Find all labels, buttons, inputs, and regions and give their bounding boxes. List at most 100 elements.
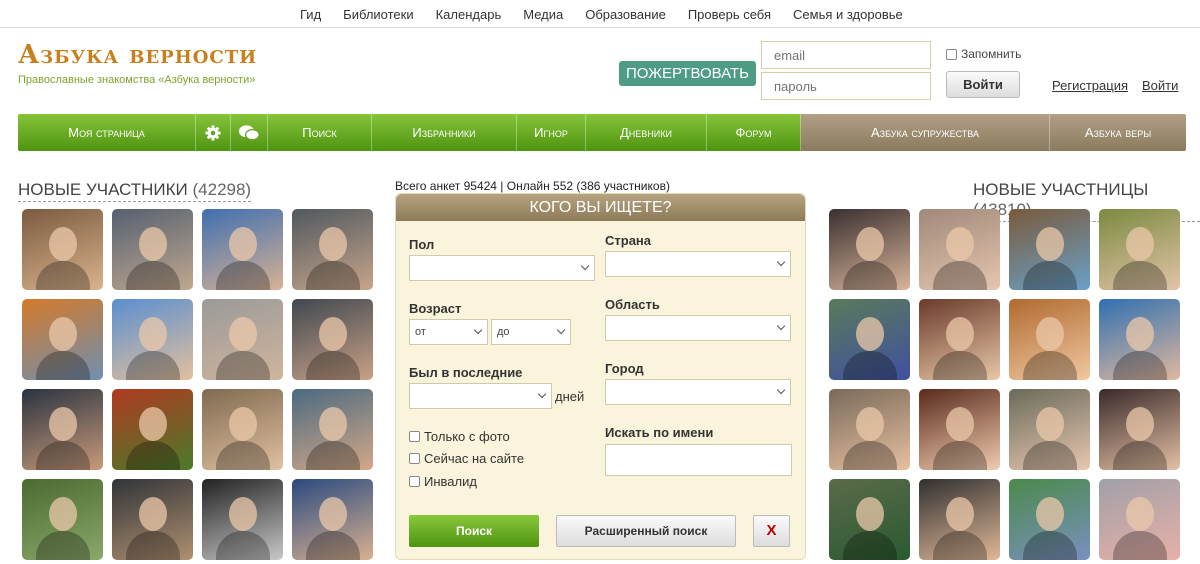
- age-from-select[interactable]: от: [409, 319, 488, 345]
- top-nav-item[interactable]: Библиотеки: [343, 7, 413, 22]
- nav-marriage[interactable]: Азбука супружества: [801, 114, 1050, 151]
- person-body: [1113, 441, 1167, 470]
- top-nav-list: Гид Библиотеки Календарь Медиа Образование Пр…: [300, 7, 925, 22]
- city-label: Город: [605, 361, 644, 376]
- only-photo-option[interactable]: Только с фото: [409, 429, 510, 444]
- remember-label: Запомнить: [961, 47, 1022, 61]
- member-photo[interactable]: [919, 389, 1000, 470]
- only-photo-checkbox[interactable]: [409, 431, 420, 442]
- remember-checkbox[interactable]: [946, 48, 957, 60]
- online-now-option[interactable]: Сейчас на сайте: [409, 451, 524, 466]
- advanced-search-button[interactable]: Расширенный поиск: [556, 515, 736, 547]
- person-silhouette: [229, 407, 257, 441]
- person-silhouette: [319, 227, 347, 261]
- new-women-title: НОВЫЕ УЧАСТНИЦЫ: [973, 180, 1149, 199]
- member-photo[interactable]: [919, 209, 1000, 290]
- nav-chat[interactable]: [231, 114, 268, 151]
- member-photo[interactable]: [112, 389, 193, 470]
- top-nav-item[interactable]: Медиа: [523, 7, 563, 22]
- top-nav-item[interactable]: Проверь себя: [688, 7, 771, 22]
- by-name-label: Искать по имени: [605, 425, 714, 440]
- member-photo[interactable]: [22, 209, 103, 290]
- chat-icon: [238, 124, 260, 140]
- member-photo[interactable]: [112, 479, 193, 560]
- email-field[interactable]: [761, 41, 931, 69]
- member-photo[interactable]: [1099, 389, 1180, 470]
- person-silhouette: [49, 227, 77, 261]
- member-photo[interactable]: [292, 209, 373, 290]
- member-photo[interactable]: [292, 299, 373, 380]
- person-silhouette: [49, 497, 77, 531]
- person-silhouette: [856, 227, 884, 261]
- member-photo[interactable]: [1009, 299, 1090, 380]
- nav-faith[interactable]: Азбука веры: [1050, 114, 1186, 151]
- nav-favorites[interactable]: Избранники: [372, 114, 517, 151]
- city-select[interactable]: [605, 379, 791, 405]
- gender-select[interactable]: [409, 255, 595, 281]
- member-photo[interactable]: [1009, 209, 1090, 290]
- search-panel: КОГО ВЫ ИЩЕТЕ? Пол Возраст от до Был в п…: [395, 193, 806, 560]
- member-photo[interactable]: [829, 209, 910, 290]
- member-photo[interactable]: [112, 299, 193, 380]
- person-body: [1113, 531, 1167, 560]
- person-body: [1113, 261, 1167, 290]
- online-now-checkbox[interactable]: [409, 453, 420, 464]
- member-photo[interactable]: [22, 389, 103, 470]
- member-photo[interactable]: [202, 209, 283, 290]
- site-stats: Всего анкет 95424 | Онлайн 552 (386 учас…: [395, 179, 670, 193]
- disabled-label: Инвалид: [424, 474, 477, 489]
- top-nav-item[interactable]: Семья и здоровье: [793, 7, 903, 22]
- region-select[interactable]: [605, 315, 791, 341]
- nav-diaries[interactable]: Дневники: [586, 114, 707, 151]
- by-name-input[interactable]: [605, 444, 792, 476]
- search-button[interactable]: Поиск: [409, 515, 539, 547]
- person-silhouette: [856, 407, 884, 441]
- member-photo[interactable]: [829, 299, 910, 380]
- nav-search[interactable]: Поиск: [268, 114, 372, 151]
- member-photo[interactable]: [1009, 479, 1090, 560]
- member-photo[interactable]: [112, 209, 193, 290]
- member-photo[interactable]: [919, 479, 1000, 560]
- member-photo[interactable]: [202, 479, 283, 560]
- nav-ignore[interactable]: Игнор: [517, 114, 586, 151]
- age-to-select[interactable]: до: [491, 319, 571, 345]
- person-silhouette: [229, 497, 257, 531]
- person-body: [1023, 261, 1077, 290]
- member-photo[interactable]: [1099, 209, 1180, 290]
- member-photo[interactable]: [292, 389, 373, 470]
- member-photo[interactable]: [202, 389, 283, 470]
- person-silhouette: [1126, 497, 1154, 531]
- nav-my-page[interactable]: Моя страница: [18, 114, 196, 151]
- top-nav-item[interactable]: Образование: [585, 7, 666, 22]
- member-photo[interactable]: [1009, 389, 1090, 470]
- member-photo[interactable]: [829, 389, 910, 470]
- disabled-option[interactable]: Инвалид: [409, 474, 477, 489]
- member-photo[interactable]: [292, 479, 373, 560]
- nav-settings[interactable]: [196, 114, 231, 151]
- donate-button[interactable]: ПОЖЕРТВОВАТЬ: [619, 61, 756, 86]
- last-seen-select[interactable]: [409, 383, 552, 409]
- member-photo[interactable]: [1099, 299, 1180, 380]
- password-field[interactable]: [761, 72, 931, 100]
- person-silhouette: [139, 227, 167, 261]
- online-now-label: Сейчас на сайте: [424, 451, 525, 466]
- person-silhouette: [139, 497, 167, 531]
- member-photo[interactable]: [1099, 479, 1180, 560]
- member-photo[interactable]: [919, 299, 1000, 380]
- nav-forum[interactable]: Форум: [707, 114, 801, 151]
- member-photo[interactable]: [22, 299, 103, 380]
- site-logo[interactable]: Азбука верности: [18, 40, 257, 70]
- login-link[interactable]: Войти: [1142, 78, 1178, 93]
- country-select[interactable]: [605, 251, 791, 277]
- member-photo[interactable]: [829, 479, 910, 560]
- reset-button[interactable]: X: [753, 515, 790, 547]
- disabled-checkbox[interactable]: [409, 476, 420, 487]
- remember-me[interactable]: Запомнить: [946, 47, 1021, 61]
- login-button[interactable]: Войти: [946, 71, 1020, 98]
- member-photo[interactable]: [202, 299, 283, 380]
- top-nav-item[interactable]: Гид: [300, 7, 321, 22]
- top-nav-item[interactable]: Календарь: [436, 7, 502, 22]
- member-photo[interactable]: [22, 479, 103, 560]
- register-link[interactable]: Регистрация: [1052, 78, 1128, 93]
- new-men-heading[interactable]: НОВЫЕ УЧАСТНИКИ (42298): [18, 180, 252, 202]
